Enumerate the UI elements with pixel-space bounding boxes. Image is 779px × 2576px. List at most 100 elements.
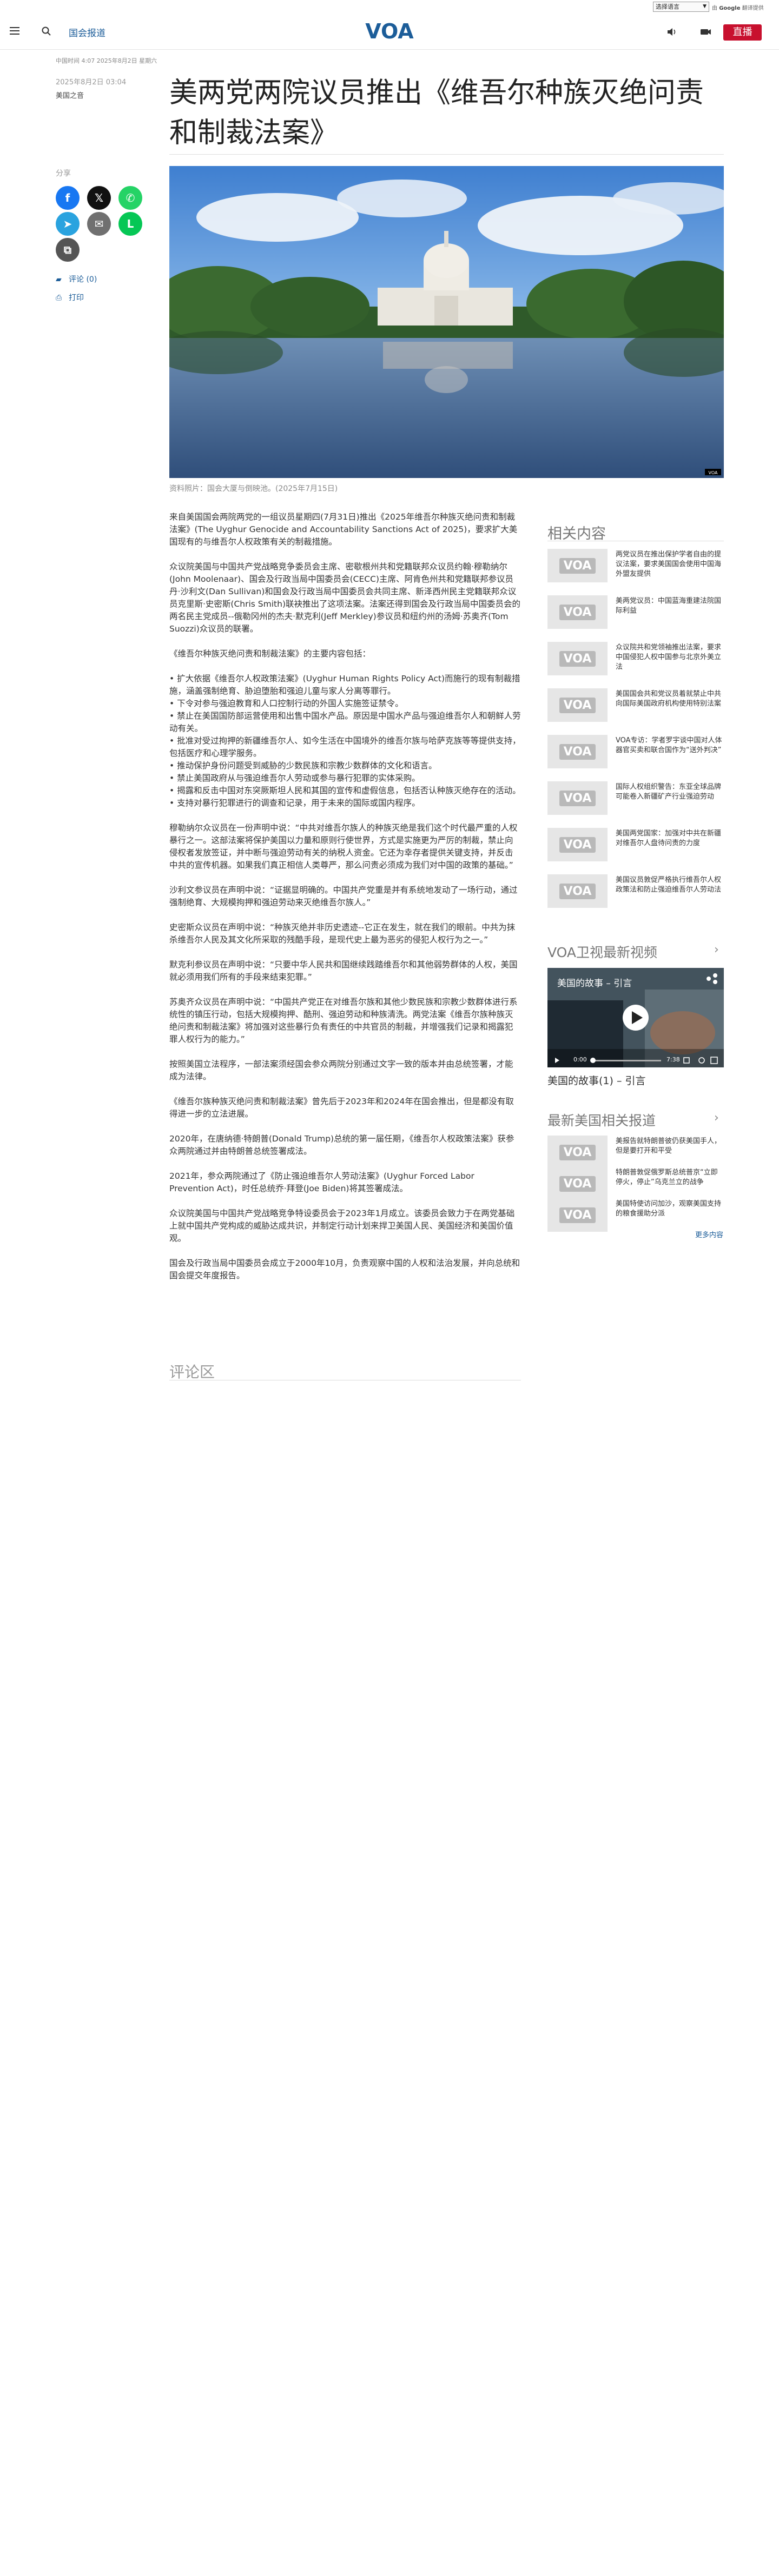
live-button[interactable]: 直播: [723, 24, 762, 41]
more-link[interactable]: 更多内容: [695, 1229, 723, 1239]
related-heading: 相关内容: [547, 526, 606, 542]
telegram-share-button[interactable]: ➤: [56, 212, 80, 236]
line-share-button[interactable]: L: [118, 212, 142, 236]
latest-item-title[interactable]: 特朗普敦促俄罗斯总统普京“立即停火，停止”乌克兰立的战争: [616, 1168, 724, 1187]
audio-icon[interactable]: [664, 25, 678, 39]
language-select-value: 选择语言: [656, 3, 679, 10]
chevron-right-icon[interactable]: ›: [714, 1111, 719, 1125]
thumbnail-voa-logo[interactable]: VOA: [547, 735, 608, 768]
menu-icon[interactable]: [10, 27, 19, 35]
comments-heading: 评论区: [169, 1363, 215, 1381]
copy-link-button[interactable]: ⧉: [56, 238, 80, 262]
powered-prefix: 由: [712, 5, 717, 11]
chevron-down-icon: ▼: [703, 4, 707, 9]
hero-image: VOA: [169, 166, 724, 478]
video-title: 美国的故事 – 引言: [557, 978, 632, 989]
related-item[interactable]: VOA 两党议员在推出保护学者自由的提议法案，要求美国国会使用中国海外盟友提供: [547, 549, 724, 585]
article-paragraph: 史密斯众议员在声明中说：“种族灭绝并非历史遗迹--它正在发生，就在我们的眼前。中…: [169, 922, 516, 945]
related-item-title[interactable]: 两党议员在推出保护学者自由的提议法案，要求美国国会使用中国海外盟友提供: [616, 550, 724, 579]
article-paragraph: 2020年，在唐纳德·特朗普(Donald Trump)总统的第一届任期，《维吾…: [169, 1134, 514, 1156]
latest-heading[interactable]: 最新美国相关报道: [547, 1110, 656, 1130]
related-item-title[interactable]: 众议院共和党领袖推出法案，要求中国侵犯人权中国参与北京外美立法: [616, 643, 724, 672]
article-paragraph: 国会及行政当局中国委员会成立于2000年10月，负责观察中国的人权和法治发展，并…: [169, 1258, 520, 1280]
translate-powered-by: 由 Google 翻译提供: [712, 3, 764, 11]
chevron-right-icon[interactable]: ›: [714, 943, 719, 957]
capitol-photo: VOA: [169, 166, 724, 478]
related-item-title[interactable]: VOA专访：学者罗宇谈中国对人体器官买卖和联合国作为“送外判决”: [616, 736, 724, 755]
related-item[interactable]: VOA VOA专访：学者罗宇谈中国对人体器官买卖和联合国作为“送外判决”: [547, 735, 724, 771]
comments-link-label: 评论 (0): [69, 275, 97, 284]
timestamp-note: 中国时间 4:07 2025年8月2日 星期六: [56, 57, 157, 64]
title-divider: [169, 154, 724, 155]
print-link-label: 打印: [69, 294, 84, 302]
related-item[interactable]: VOA 美国议员敦促严格执行维吾尔人权政策法和防止强迫维吾尔人劳动法: [547, 874, 724, 910]
thumbnail-voa-logo[interactable]: VOA: [547, 549, 608, 582]
powered-suffix: 翻译提供: [742, 5, 764, 11]
related-item-title[interactable]: 美国国会共和党议员着就禁止中共向国际美国政府机构使用特别法案: [616, 689, 724, 709]
email-share-button[interactable]: ✉: [87, 212, 111, 236]
site-header: 国会报道 VOA 直播: [0, 15, 779, 50]
related-item-title[interactable]: 美国两党国家：加强对中共在新疆对维吾尔人盘待问责的力度: [616, 829, 724, 848]
thumbnail-voa-logo[interactable]: VOA: [547, 595, 608, 629]
article-paragraph: • 扩大依据《维吾尔人权政策法案》(Uyghur Human Rights Po…: [169, 674, 521, 808]
article-paragraph: 穆勒纳尔众议员在一份声明中说：“中共对维吾尔族人的种族灭绝是我们这个时代最严重的…: [169, 823, 518, 870]
thumbnail-voa-logo[interactable]: VOA: [547, 688, 608, 722]
related-item[interactable]: VOA 美国两党国家：加强对中共在新疆对维吾尔人盘待问责的力度: [547, 828, 724, 864]
whatsapp-share-button[interactable]: ✆: [118, 186, 142, 210]
video-heading[interactable]: VOA卫视最新视频: [547, 942, 657, 961]
print-link[interactable]: ⎙ 打印: [56, 292, 84, 303]
latest-item-title[interactable]: 美国特使访问加沙，观察美国支持的粮食援助分派: [616, 1199, 724, 1219]
related-item-title[interactable]: 国际人权组织警告：东亚全球品牌可能卷入新疆矿产行业强迫劳动: [616, 782, 724, 802]
article-paragraph: 众议院美国与中国共产党战略竞争委员会主席、密歇根州共和党籍联邦众议员约翰·穆勒纳…: [169, 562, 520, 634]
related-item[interactable]: VOA 美两党议员：中国蓝海重建法院国际利益: [547, 595, 724, 631]
article-paragraph: 2021年，参众两院通过了《防止强迫维吾尔人劳动法案》(Uyghur Force…: [169, 1171, 474, 1193]
video-duration: 7:38: [666, 1056, 680, 1063]
thumbnail-voa-logo[interactable]: VOA: [547, 828, 608, 861]
print-icon: ⎙: [56, 294, 62, 302]
voa-logo[interactable]: VOA: [361, 19, 418, 44]
related-item[interactable]: VOA 国际人权组织警告：东亚全球品牌可能卷入新疆矿产行业强迫劳动: [547, 781, 724, 817]
related-item-title[interactable]: 美两党议员：中国蓝海重建法院国际利益: [616, 596, 724, 616]
thumbnail-voa-logo[interactable]: VOA: [547, 1198, 608, 1232]
article-title: 美两党两院议员推出《维吾尔种族灭绝问责和制裁法案》: [169, 77, 704, 149]
thumbnail-voa-logo[interactable]: VOA: [547, 1167, 608, 1200]
article-paragraph: 《维吾尔族种族灭绝问责和制裁法案》曾先后于2023年和2024年在国会推出，但是…: [169, 1097, 514, 1119]
video-time: 0:00: [573, 1056, 587, 1063]
video-caption[interactable]: 美国的故事(1) – 引言: [547, 1073, 646, 1087]
article-paragraph: 《维吾尔种族灭绝问责和制裁法案》的主要内容包括：: [169, 649, 371, 659]
article-date: 2025年8月2日 03:04: [56, 78, 127, 87]
latest-item-title[interactable]: 美报告就特朗普彼仍获美国手人，但是要打开和平受: [616, 1137, 724, 1156]
article-paragraph: 苏奥齐众议员在声明中说：“中国共产党正在对维吾尔族和其他少数民族和宗教少数群体进…: [169, 997, 518, 1044]
thumbnail-voa-logo[interactable]: VOA: [547, 874, 608, 908]
article-body: 来自美国国会两院两党的一组议员星期四(7月31日)推出《2025年维吾尔种族灭绝…: [169, 511, 521, 1294]
image-caption: 资料照片：国会大厦与倒映池。(2025年7月15日): [169, 484, 338, 493]
thumbnail-voa-logo[interactable]: VOA: [547, 642, 608, 675]
related-item-title[interactable]: 美国议员敦促严格执行维吾尔人权政策法和防止强迫维吾尔人劳动法: [616, 875, 724, 895]
comments-link[interactable]: ▰ 评论 (0): [56, 274, 97, 284]
article-paragraph: 沙利文参议员在声明中说：“证据显明确的。中国共产党重是并有系统地发动了一场行动，…: [169, 885, 518, 907]
thumbnail-voa-logo[interactable]: VOA: [547, 781, 608, 815]
search-icon[interactable]: [41, 26, 52, 37]
share-label: 分享: [56, 169, 71, 178]
related-item[interactable]: VOA 美国国会共和党议员着就禁止中共向国际美国政府机构使用特别法案: [547, 688, 724, 724]
article-paragraph: 来自美国国会两院两党的一组议员星期四(7月31日)推出《2025年维吾尔种族灭绝…: [169, 512, 518, 547]
svg-text:VOA: VOA: [709, 470, 718, 475]
article-paragraph: 按照美国立法程序，一部法案须经国会参众两院分别通过文字一致的版本并由总统签署，才…: [169, 1059, 513, 1081]
section-link[interactable]: 国会报道: [69, 25, 105, 39]
powered-brand: Google: [719, 5, 741, 11]
latest-item[interactable]: VOA 美报告就特朗普彼仍获美国手人，但是要打开和平受: [547, 1136, 724, 1171]
utility-bar: 选择语言 ▼ 由 Google 翻译提供: [0, 0, 779, 15]
logo-text: VOA: [365, 19, 414, 43]
related-item[interactable]: VOA 众议院共和党领袖推出法案，要求中国侵犯人权中国参与北京外美立法: [547, 642, 724, 678]
x-share-button[interactable]: 𝕏: [87, 186, 111, 210]
article-paragraph: 众议院美国与中国共产党战略竞争特设委员会于2023年1月成立。该委员会致力于在两…: [169, 1209, 515, 1243]
video-player[interactable]: 美国的故事 – 引言 0:00 7:38: [547, 968, 724, 1067]
thumbnail-voa-logo[interactable]: VOA: [547, 1136, 608, 1169]
article-byline[interactable]: 美国之音: [56, 90, 84, 100]
article-paragraph: 默克利参议员在声明中说：“只要中华人民共和国继续践踏维吾尔和其他弱势群体的人权，…: [169, 960, 518, 982]
latest-item[interactable]: VOA 特朗普敦促俄罗斯总统普京“立即停火，停止”乌克兰立的战争: [547, 1167, 724, 1203]
comment-icon: ▰: [56, 275, 62, 284]
language-select[interactable]: 选择语言 ▼: [653, 2, 709, 12]
facebook-share-button[interactable]: f: [56, 186, 80, 210]
video-icon[interactable]: [698, 25, 712, 39]
